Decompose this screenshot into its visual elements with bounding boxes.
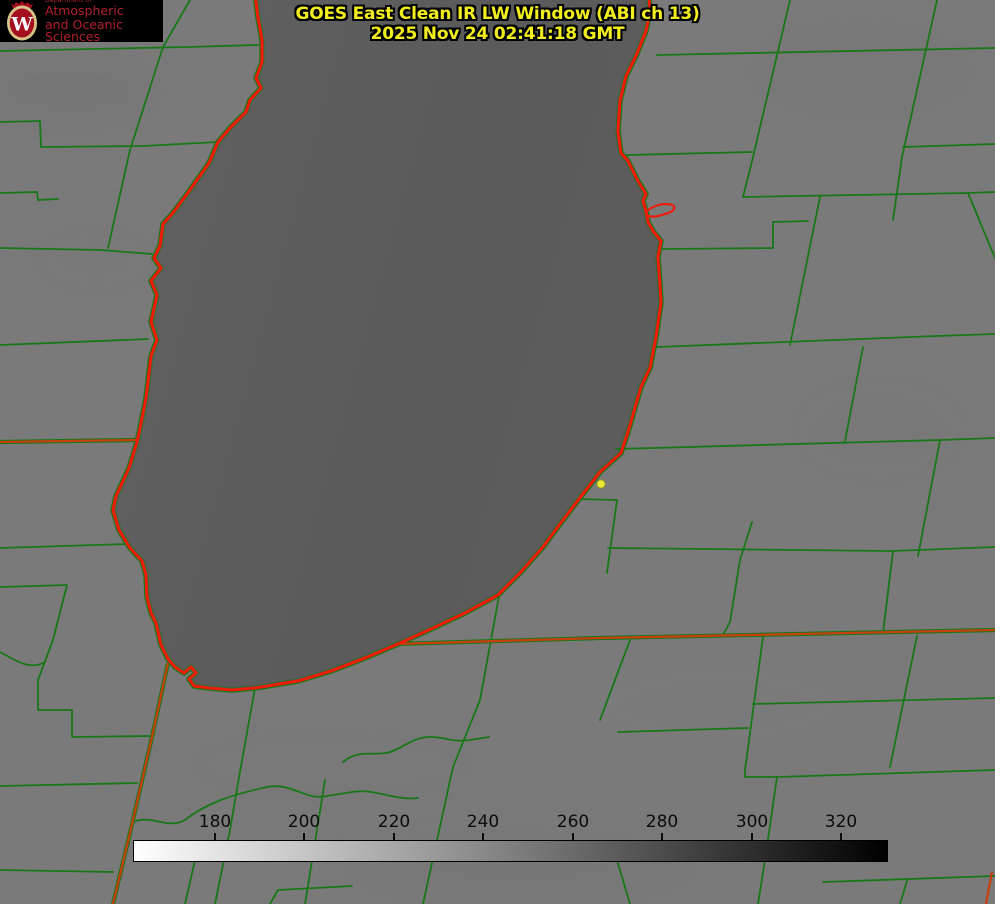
colorbar-tick-mark	[214, 833, 216, 840]
colorbar-tick-mark	[482, 833, 484, 840]
colorbar-label: 300	[735, 812, 769, 832]
satellite-image-page: W Department of Atmospheric and Oceanic …	[0, 0, 995, 904]
colorbar-tick-mark	[303, 833, 305, 840]
colorbar-tick-mark	[393, 833, 395, 840]
colorbar-tick-mark	[840, 833, 842, 840]
colorbar-tick-mark	[661, 833, 663, 840]
logo-line1: Atmospheric	[45, 3, 124, 19]
logo-line2: and Oceanic Sciences	[45, 16, 123, 45]
station-marker	[596, 479, 606, 489]
colorbar-gradient	[133, 840, 888, 862]
uw-aos-logo: W Department of Atmospheric and Oceanic …	[0, 0, 163, 44]
colorbar-label: 280	[645, 812, 679, 832]
colorbar-label: 200	[287, 812, 321, 832]
colorbar-label: 320	[824, 812, 858, 832]
colorbar-label: 240	[466, 812, 500, 832]
colorbar-tick-mark	[751, 833, 753, 840]
logo-text: Department of Atmospheric and Oceanic Sc…	[45, 0, 163, 44]
uw-crest-icon: W	[7, 1, 37, 41]
colorbar-label: 220	[377, 812, 411, 832]
svg-text:W: W	[10, 14, 33, 36]
colorbar-label: 260	[556, 812, 590, 832]
satellite-map	[0, 0, 995, 904]
colorbar-tick-mark	[572, 833, 574, 840]
colorbar-label: 180	[198, 812, 232, 832]
colorbar-tick-labels: 180 200 220 240 260 280 300 320	[133, 812, 886, 840]
